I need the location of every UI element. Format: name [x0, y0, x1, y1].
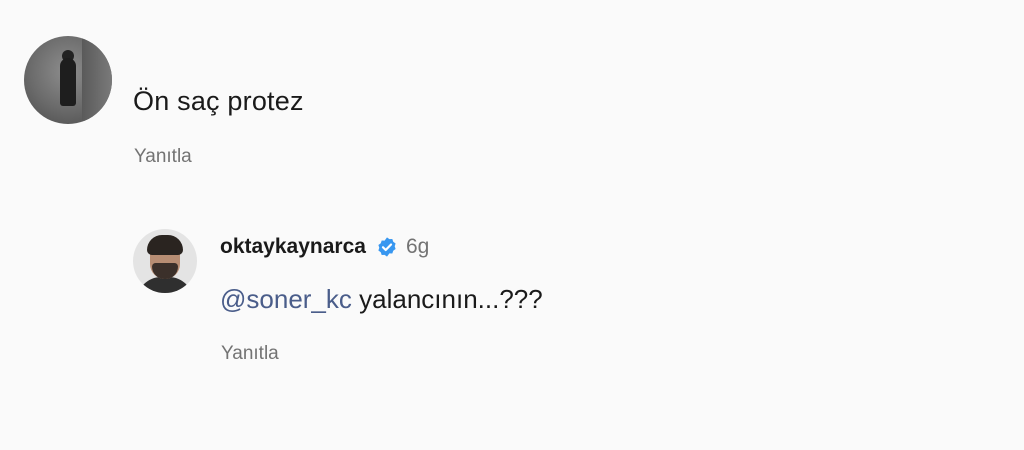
verified-badge-icon [376, 236, 398, 258]
reply-header: oktaykaynarca 6g [220, 235, 429, 259]
avatar[interactable] [24, 36, 112, 124]
avatar-figure [60, 58, 76, 106]
reply-body: yalancının...??? [359, 284, 543, 314]
reply-button[interactable]: Yanıtla [221, 343, 279, 365]
avatar-shoulders [137, 277, 193, 293]
mention-link[interactable]: @soner_kc [220, 284, 352, 314]
comment-text: Ön saç protez [133, 86, 304, 116]
username-link[interactable]: oktaykaynarca [220, 235, 366, 259]
avatar[interactable] [133, 229, 197, 293]
reply-button[interactable]: Yanıtla [134, 146, 192, 168]
timestamp: 6g [405, 235, 430, 258]
avatar-hair [147, 235, 183, 255]
reply-text: @soner_kc yalancının...??? [220, 284, 543, 315]
avatar-background [82, 36, 112, 124]
comments-screenshot: Ön saç protez Yanıtla oktaykaynarca 6g @… [0, 0, 1024, 450]
